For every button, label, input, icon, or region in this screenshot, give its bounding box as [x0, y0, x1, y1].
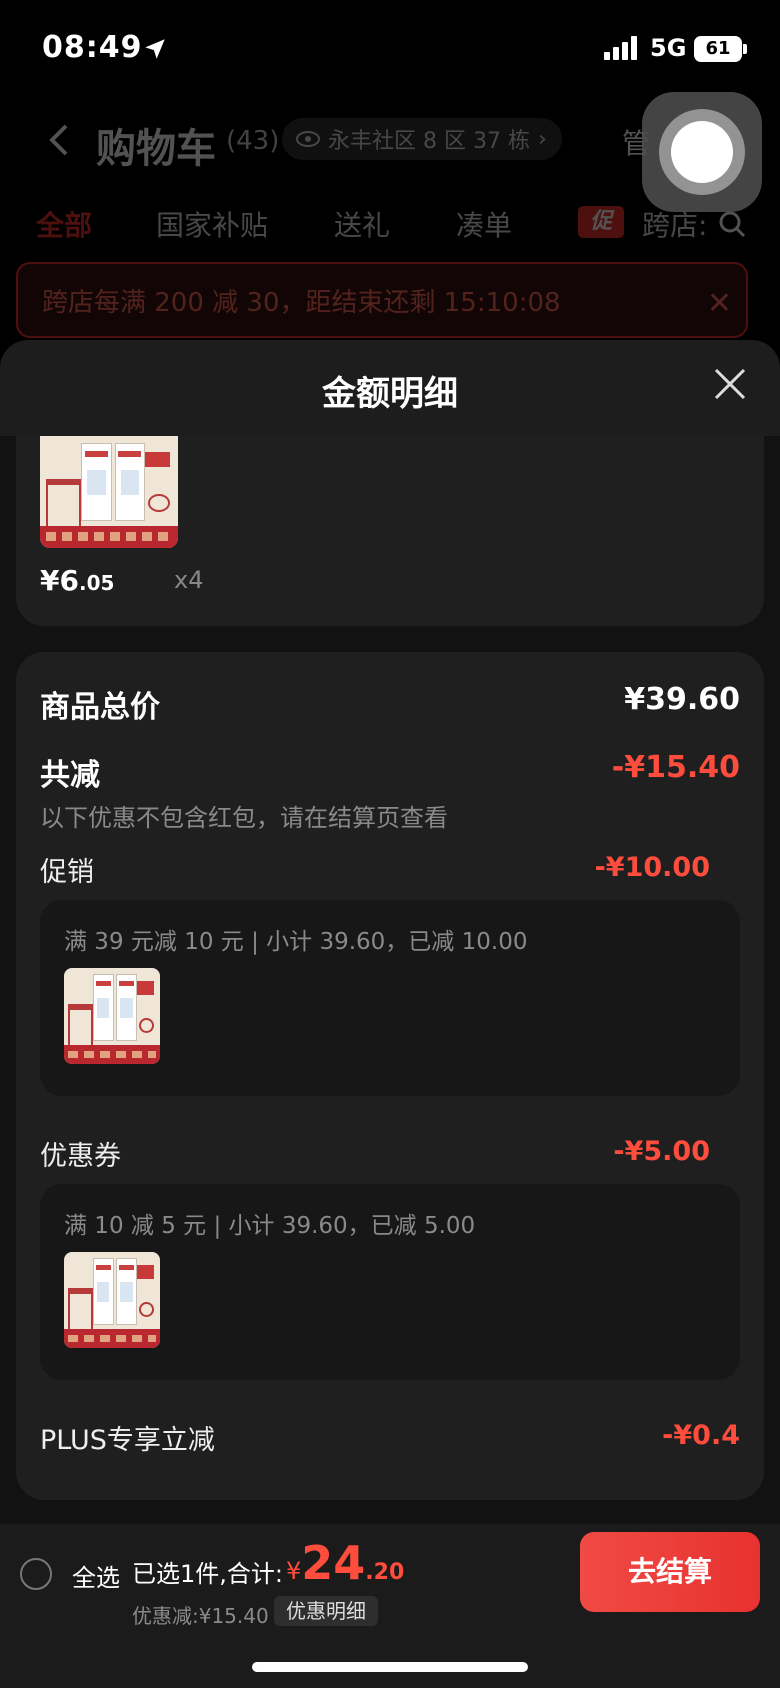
product-card: ¥6.05 x4 — [16, 436, 764, 626]
discount-detail-button[interactable]: 优惠明细 — [274, 1596, 378, 1626]
address-text: 永丰社区 8 区 37 栋 — [328, 129, 530, 154]
eye-icon — [296, 131, 320, 147]
price-breakdown-card: 商品总价 ¥39.60 共减 -¥15.40 以下优惠不包含红包，请在结算页查看… — [16, 652, 764, 1500]
saved-amount: 优惠减:¥15.40 — [132, 1604, 269, 1628]
plus-discount-value: -¥0.4 — [662, 1420, 740, 1451]
chevron-right-icon: › — [537, 126, 547, 152]
total-reduction-value: -¥15.40 — [611, 750, 740, 785]
promotion-product-thumbnail[interactable] — [64, 968, 160, 1064]
milk-product-image — [64, 1252, 160, 1348]
reduction-note: 以下优惠不包含红包，请在结算页查看 — [40, 804, 448, 832]
milk-product-image — [64, 968, 160, 1064]
select-all-label[interactable]: 全选 — [72, 1558, 120, 1593]
cart-count: (43) — [226, 126, 280, 156]
coupon-value: -¥5.00 — [613, 1136, 710, 1167]
location-arrow-icon — [145, 39, 165, 59]
product-quantity: x4 — [174, 566, 204, 594]
amount-decimal: .20 — [365, 1560, 405, 1585]
close-icon[interactable] — [710, 364, 750, 404]
network-type: 5G — [650, 34, 687, 62]
sheet-header: 金额明细 — [0, 340, 780, 436]
coupon-product-thumbnail[interactable] — [64, 1252, 160, 1348]
product-thumbnail[interactable] — [40, 436, 178, 548]
battery-icon: 61 — [694, 36, 742, 62]
total-price-label: 商品总价 — [40, 690, 160, 725]
cellular-signal-icon — [604, 36, 637, 60]
price-main: ¥6 — [40, 564, 79, 597]
battery-tip — [743, 44, 747, 54]
selected-summary: 已选1件,合计: — [132, 1560, 283, 1588]
coupon-detail-text: 满 10 减 5 元 | 小计 39.60，已减 5.00 — [64, 1213, 476, 1239]
promotion-value: -¥10.00 — [594, 852, 710, 883]
tab-bundle[interactable]: 凑单 — [456, 204, 512, 244]
price-decimal: .05 — [78, 571, 115, 595]
back-chevron-icon[interactable] — [40, 120, 80, 160]
total-amount: ¥ 24 .20 — [286, 1536, 404, 1590]
product-price: ¥6.05 — [40, 564, 114, 597]
home-indicator — [252, 1662, 528, 1672]
checkout-bar: 全选 已选1件,合计: ¥ 24 .20 优惠减:¥15.40 优惠明细 去结算 — [0, 1524, 780, 1688]
promotion-label: 促销 — [40, 857, 94, 888]
cart-title: 购物车 — [96, 126, 216, 172]
checkout-button[interactable]: 去结算 — [580, 1532, 760, 1612]
sheet-title: 金额明细 — [322, 374, 458, 414]
banner-close-icon[interactable]: ✕ — [707, 286, 732, 321]
select-all-radio[interactable] — [20, 1558, 52, 1590]
promo-banner-text: 跨店每满 200 减 30，距结束还剩 15:10:08 — [42, 287, 561, 318]
status-bar: 08:49 5G 61 — [0, 0, 780, 100]
plus-discount-label: PLUS专享立减 — [40, 1425, 215, 1456]
amount-detail-sheet: 金额明细 ¥6.05 x4 商品总价 ¥39.60 共减 -¥15.40 以下优… — [0, 340, 780, 1688]
promo-banner[interactable]: 跨店每满 200 减 30，距结束还剩 15:10:08 ✕ — [16, 262, 748, 338]
address-pill[interactable]: 永丰社区 8 区 37 栋 › — [282, 118, 562, 160]
amount-main: 24 — [301, 1536, 366, 1590]
promotion-detail-box: 满 39 元减 10 元 | 小计 39.60，已减 10.00 — [40, 900, 740, 1096]
assistive-touch-button[interactable] — [642, 92, 762, 212]
tab-national-subsidy[interactable]: 国家补贴 — [156, 204, 268, 244]
tab-gifts[interactable]: 送礼 — [334, 204, 390, 244]
coupon-detail-box: 满 10 减 5 元 | 小计 39.60，已减 5.00 — [40, 1184, 740, 1380]
total-reduction-label: 共减 — [40, 758, 100, 793]
tab-all[interactable]: 全部 — [36, 204, 92, 244]
assistive-touch-ring — [659, 109, 745, 195]
search-icon[interactable] — [718, 210, 746, 238]
milk-product-image — [40, 436, 178, 548]
promotion-detail-text: 满 39 元减 10 元 | 小计 39.60，已减 10.00 — [64, 929, 528, 955]
currency-symbol: ¥ — [286, 1557, 302, 1585]
coupon-label: 优惠券 — [40, 1141, 121, 1172]
assistive-touch-dot — [671, 121, 733, 183]
promo-tag: 促 — [578, 206, 624, 238]
total-price-value: ¥39.60 — [624, 682, 740, 717]
status-time: 08:49 — [42, 30, 143, 65]
